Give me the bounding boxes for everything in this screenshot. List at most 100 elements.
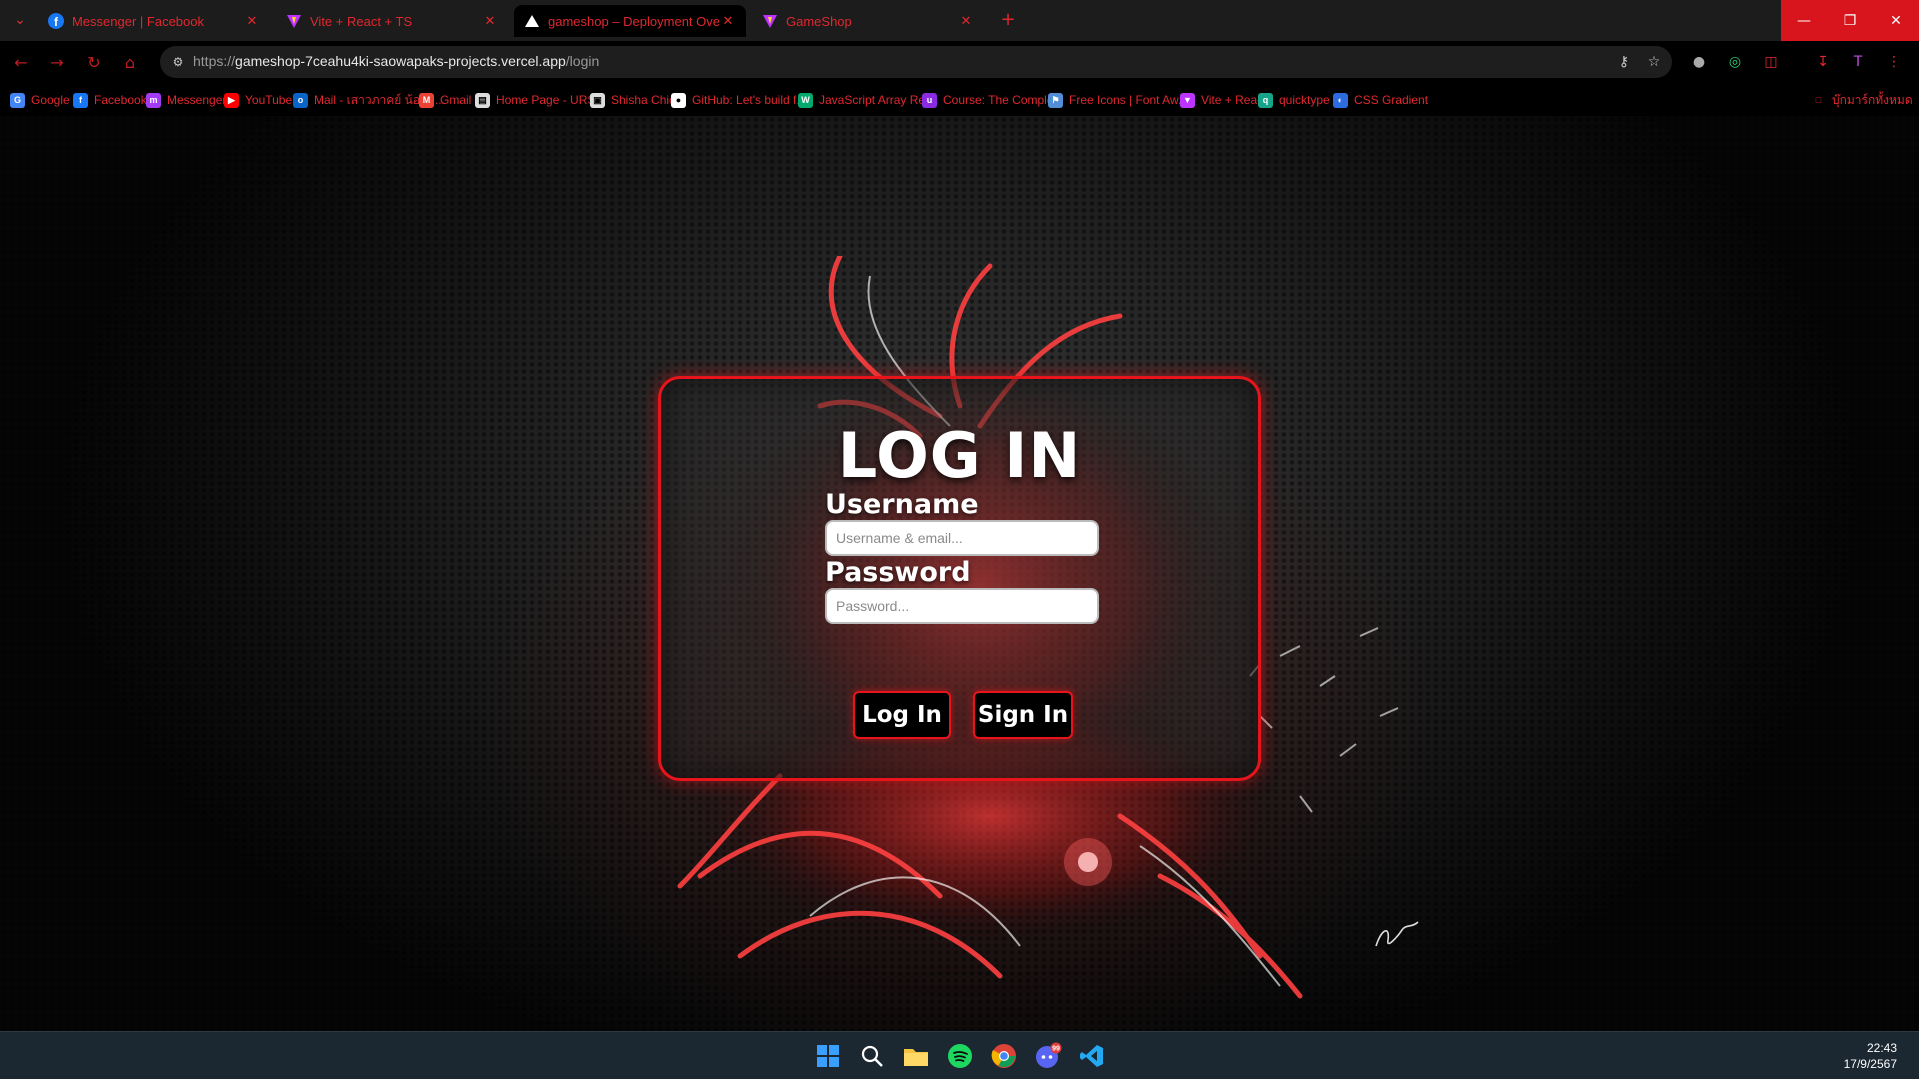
username-label: Username [825, 489, 979, 520]
bookmark-label: Gmail [440, 93, 472, 107]
artist-signature [1375, 921, 1419, 947]
bookmarks-bar: G Google f Facebook m Messenger ▶ YouTube o Mail … [0, 84, 1919, 116]
tab-close-icon[interactable]: ✕ [720, 13, 736, 29]
browser-toolbar: ← → ↻ ⌂ ⚙ https://gameshop-7ceahu4ki-sao… [0, 41, 1919, 84]
page-icon: ▤ [475, 92, 490, 108]
file-explorer-icon[interactable] [900, 1040, 932, 1072]
forward-button[interactable]: → [45, 51, 69, 75]
bookmark-label: Google [31, 93, 70, 107]
password-input[interactable] [825, 588, 1099, 624]
site-info-icon[interactable]: ⚙ [168, 52, 188, 72]
extensions-puzzle-icon[interactable]: ◫ [1760, 51, 1782, 73]
login-title: LOG IN [837, 419, 1082, 492]
tab-gameshop[interactable]: GameShop ✕ [752, 5, 984, 37]
url-scheme: https:// [193, 53, 236, 69]
tab-close-icon[interactable]: ✕ [482, 13, 498, 29]
web-page: LOG IN Username Password Log In Sign In [0, 116, 1919, 1031]
youtube-icon: ▶ [224, 92, 239, 108]
bookmark-label: YouTube [245, 93, 293, 107]
bookmark-item[interactable]: u Course: The Comple... [922, 90, 1064, 110]
chrome-icon[interactable] [988, 1040, 1020, 1072]
outlook-icon: o [293, 92, 308, 108]
bookmark-label: quicktype [1279, 93, 1330, 107]
close-window-button[interactable]: ✕ [1873, 0, 1919, 41]
spotify-icon[interactable] [944, 1040, 976, 1072]
bookmark-label: Shisha Chic [611, 93, 676, 107]
discord-badge: 99 [1052, 1046, 1060, 1053]
address-bar[interactable]: ⚙ https://gameshop-7ceahu4ki-saowapaks-p… [160, 46, 1672, 78]
bookmark-item[interactable]: ▣ Shisha Chic [590, 90, 675, 110]
extension-icon[interactable]: ● [1688, 51, 1710, 73]
bookmark-item[interactable]: M Gmail [419, 90, 471, 110]
bookmark-label: Home Page - URSA [496, 93, 604, 107]
quicktype-icon: q [1258, 92, 1273, 108]
url-text[interactable]: https://gameshop-7ceahu4ki-saowapaks-pro… [193, 53, 599, 69]
gradient-icon: ◐ [1333, 92, 1348, 108]
tab-close-icon[interactable]: ✕ [958, 13, 974, 29]
bookmark-item[interactable]: ▤ Home Page - URSA [475, 90, 603, 110]
bookmark-item[interactable]: ◐ CSS Gradient [1333, 90, 1428, 110]
login-form-panel: LOG IN Username Password Log In Sign In [658, 376, 1261, 781]
tab-title: Vite + React + TS [310, 13, 413, 29]
tab-gameshop-deployment[interactable]: gameshop – Deployment Overv ✕ [514, 5, 746, 37]
minimize-button[interactable]: — [1781, 0, 1827, 41]
profile-avatar-icon[interactable]: T [1847, 51, 1869, 73]
bookmark-item[interactable]: G Google [10, 90, 70, 110]
password-label: Password [825, 557, 971, 588]
start-icon[interactable] [812, 1040, 844, 1072]
facebook-icon: f [73, 92, 88, 108]
vite-icon: ▼ [1180, 92, 1195, 108]
bookmark-item[interactable]: ▼ Vite + React [1180, 90, 1266, 110]
bookmark-item[interactable]: f Facebook [73, 90, 147, 110]
password-key-icon[interactable]: ⚷ [1614, 52, 1634, 72]
reload-button[interactable]: ↻ [82, 51, 106, 75]
tab-title: GameShop [786, 13, 852, 29]
discord-icon[interactable]: 99 [1032, 1040, 1064, 1072]
browser-tab-strip: ⌄ f Messenger | Facebook ✕ Vite + React … [0, 0, 1919, 41]
tab-title: gameshop – Deployment Overv [548, 13, 720, 29]
bookmark-label: Free Icons | Font Aw... [1069, 93, 1188, 107]
tab-title: Messenger | Facebook [72, 13, 204, 29]
folder-icon: □ [1815, 95, 1822, 105]
menu-kebab-icon[interactable]: ⋮ [1883, 51, 1905, 73]
bookmark-star-icon[interactable]: ☆ [1644, 52, 1664, 72]
w3-icon: W [798, 92, 813, 108]
vite-icon [286, 13, 302, 29]
window-controls: — ❐ ✕ [1781, 0, 1919, 41]
back-button[interactable]: ← [9, 51, 33, 75]
bookmark-label: CSS Gradient [1354, 93, 1429, 107]
vscode-icon[interactable] [1076, 1040, 1108, 1072]
messenger-icon: m [146, 92, 161, 108]
bookmark-item[interactable]: ⚑ Free Icons | Font Aw... [1048, 90, 1188, 110]
search-icon[interactable] [856, 1040, 888, 1072]
folder-label: บุ๊กมาร์กทั้งหมด [1832, 92, 1913, 107]
bookmark-item[interactable]: q quicktype [1258, 90, 1330, 110]
download-icon[interactable]: ↧ [1812, 51, 1834, 73]
bookmark-item[interactable]: m Messenger [146, 90, 226, 110]
restore-button[interactable]: ❐ [1827, 0, 1873, 41]
bookmark-item[interactable]: ● GitHub: Let's build f... [671, 90, 806, 110]
bookmark-label: Messenger [167, 93, 227, 107]
all-bookmarks-folder[interactable]: □ บุ๊กมาร์กทั้งหมด [1811, 90, 1913, 110]
login-button[interactable]: Log In [853, 691, 951, 739]
url-host: gameshop-7ceahu4ki-saowapaks-projects.ve… [235, 53, 566, 69]
tab-search-chevron-icon[interactable]: ⌄ [6, 8, 34, 32]
google-icon: G [10, 92, 25, 108]
github-icon: ● [671, 92, 686, 108]
vercel-icon [524, 13, 540, 29]
home-button[interactable]: ⌂ [118, 51, 142, 75]
tab-close-icon[interactable]: ✕ [244, 13, 260, 29]
signin-button[interactable]: Sign In [973, 691, 1073, 739]
bookmark-item[interactable]: ▶ YouTube [224, 90, 292, 110]
bookmark-label: JavaScript Array Ref... [819, 93, 939, 107]
username-input[interactable] [825, 520, 1099, 556]
bookmark-item[interactable]: W JavaScript Array Ref... [798, 90, 938, 110]
system-clock[interactable]: 22:43 17/9/2567 [1844, 1040, 1897, 1072]
extension-target-icon[interactable]: ◎ [1724, 51, 1746, 73]
clock-time: 22:43 [1866, 1041, 1897, 1055]
new-tab-button[interactable]: + [996, 8, 1020, 32]
shisha-icon: ▣ [590, 92, 605, 108]
tab-messenger[interactable]: f Messenger | Facebook ✕ [38, 5, 270, 37]
tab-vite-react-ts[interactable]: Vite + React + TS ✕ [276, 5, 508, 37]
course-icon: u [922, 92, 937, 108]
